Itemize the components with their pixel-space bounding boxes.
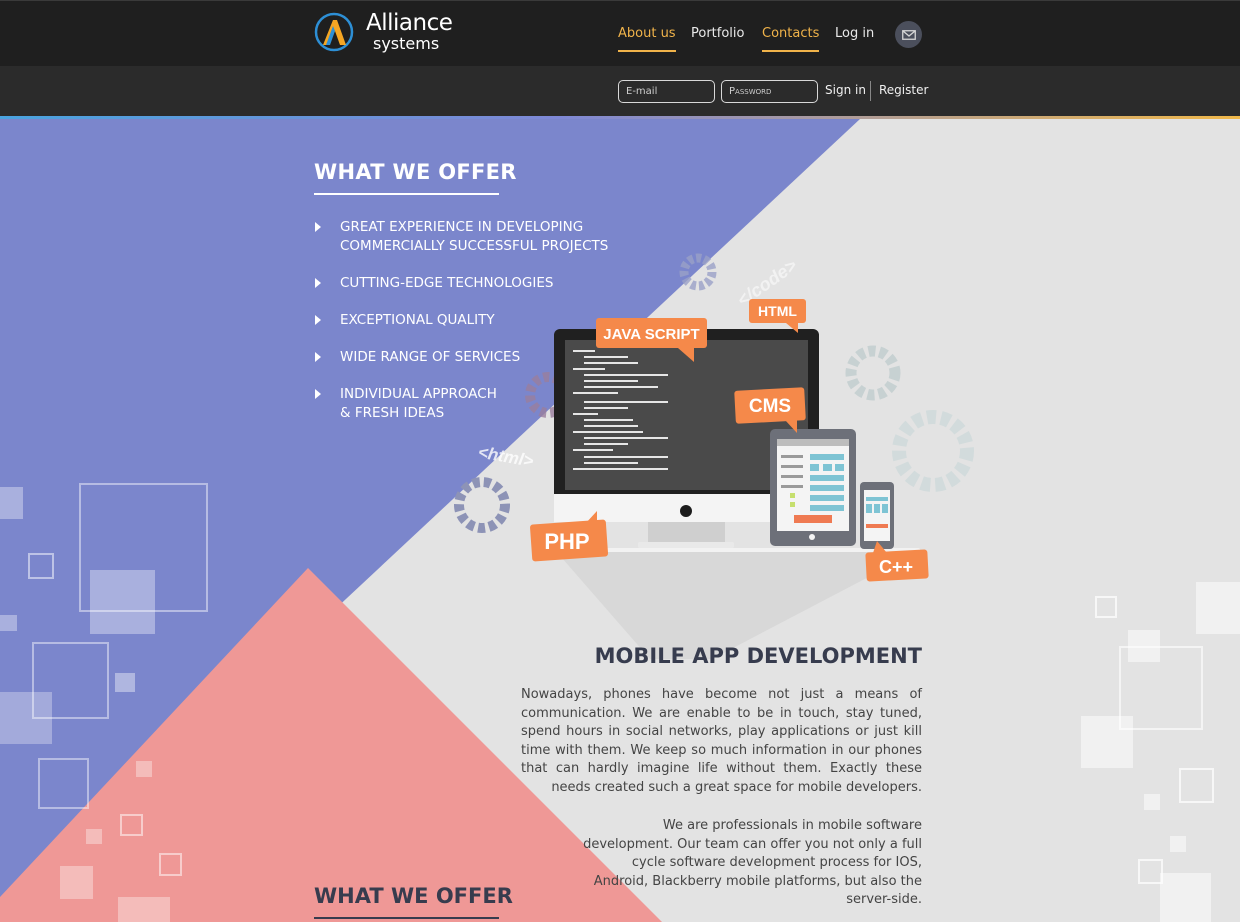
password-field[interactable] <box>721 80 818 103</box>
triangle-bullet-icon <box>315 315 321 325</box>
brand-line1: Alliance <box>366 10 453 36</box>
svg-text:CMS: CMS <box>749 396 791 417</box>
svg-text:PHP: PHP <box>544 529 589 554</box>
nav-log-in[interactable]: Log in <box>835 26 874 41</box>
brand-logo[interactable]: Alliance systems <box>314 10 453 53</box>
register-link[interactable]: Register <box>879 83 928 97</box>
triangle-bullet-icon <box>315 222 321 232</box>
svg-text:C++: C++ <box>879 557 913 577</box>
brand-line2: systems <box>373 34 440 53</box>
list-item: CUTTING-EDGE TECHNOLOGIES <box>314 274 608 293</box>
list-item: EXCEPTIONAL QUALITY <box>314 311 608 330</box>
tablet-illustration <box>770 429 856 546</box>
sign-in-link[interactable]: Sign in <box>825 83 866 97</box>
svg-text:HTML: HTML <box>758 303 797 319</box>
brand-name: Alliance systems <box>366 10 453 53</box>
offer-title-underline <box>314 193 499 195</box>
list-item: GREAT EXPERIENCE IN DEVELOPING COMMERCIA… <box>314 218 608 256</box>
nav-about-us[interactable]: About us <box>618 26 676 52</box>
envelope-icon <box>901 29 916 40</box>
auth-divider <box>870 81 871 101</box>
triangle-bullet-icon <box>315 389 321 399</box>
mobile-paragraph-2: We are professionals in mobile software … <box>583 818 922 908</box>
email-field[interactable] <box>618 80 715 103</box>
svg-text:JAVA SCRIPT: JAVA SCRIPT <box>603 326 699 343</box>
list-item: INDIVIDUAL APPROACH & FRESH IDEAS <box>314 385 608 423</box>
mobile-section-title: MOBILE APP DEVELOPMENT <box>594 644 922 668</box>
list-item: WIDE RANGE OF SERVICES <box>314 348 608 367</box>
mobile-paragraph-1: Nowadays, phones have become not just a … <box>521 687 922 795</box>
triangle-bullet-icon <box>315 278 321 288</box>
triangle-bullet-icon <box>315 352 321 362</box>
nav-portfolio[interactable]: Portfolio <box>691 26 744 41</box>
hero-background: </code> <html> JAVA SCRIPT HTML CMS PHP … <box>0 119 1240 922</box>
phone-illustration <box>860 482 894 549</box>
mail-button[interactable] <box>895 21 922 48</box>
offer-title-secondary-underline <box>314 917 499 919</box>
offer-list: GREAT EXPERIENCE IN DEVELOPING COMMERCIA… <box>314 218 608 441</box>
alliance-logo-icon <box>314 12 354 52</box>
nav-contacts[interactable]: Contacts <box>762 26 820 52</box>
offer-title: WHAT WE OFFER <box>314 160 517 184</box>
offer-title-secondary: WHAT WE OFFER <box>314 884 513 908</box>
